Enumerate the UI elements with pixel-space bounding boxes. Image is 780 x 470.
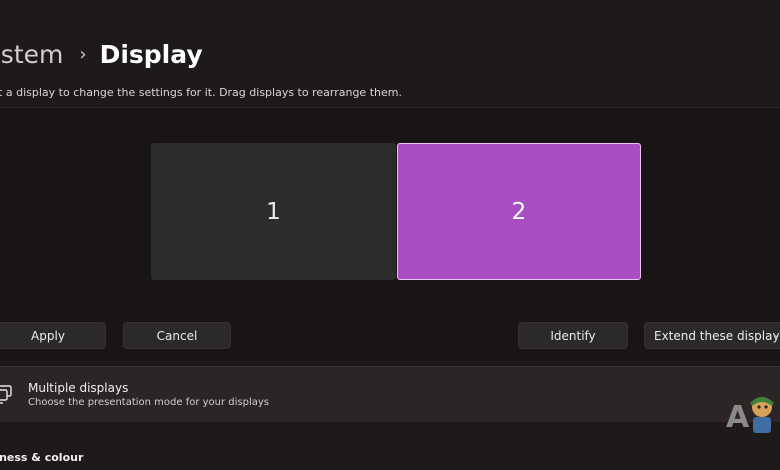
brightness-colour-heading: htness & colour	[0, 451, 84, 464]
monitor-2-selected[interactable]: 2	[397, 143, 641, 280]
identify-button[interactable]: Identify	[518, 322, 628, 349]
monitor-2-label: 2	[511, 198, 527, 225]
multiple-displays-card[interactable]: Multiple displays Choose the presentatio…	[0, 366, 780, 422]
chevron-right-icon: ›	[79, 43, 87, 65]
chevron-down-icon: ⌄	[772, 329, 780, 340]
watermark-logo: A	[726, 397, 774, 435]
monitor-1[interactable]: 1	[151, 143, 396, 280]
display-arrangement-panel: 1 2 Apply Cancel Identify Extend these d…	[0, 107, 780, 361]
page-title: Display	[99, 39, 203, 69]
cancel-button[interactable]: Cancel	[123, 322, 231, 349]
apply-button[interactable]: Apply	[0, 322, 106, 349]
extend-displays-select-value: Extend these displays	[654, 328, 780, 343]
display-instruction-text: ct a display to change the settings for …	[0, 86, 402, 99]
extend-displays-select[interactable]: Extend these displays ⌄	[644, 322, 780, 349]
breadcrumb: ystem › Display	[0, 36, 203, 72]
monitor-1-label: 1	[266, 198, 281, 225]
multiple-displays-title: Multiple displays	[28, 381, 129, 395]
svg-text:A: A	[726, 400, 750, 435]
multiple-displays-icon	[0, 385, 12, 404]
breadcrumb-parent-system[interactable]: ystem	[0, 40, 63, 69]
multiple-displays-subtitle: Choose the presentation mode for your di…	[28, 397, 270, 408]
